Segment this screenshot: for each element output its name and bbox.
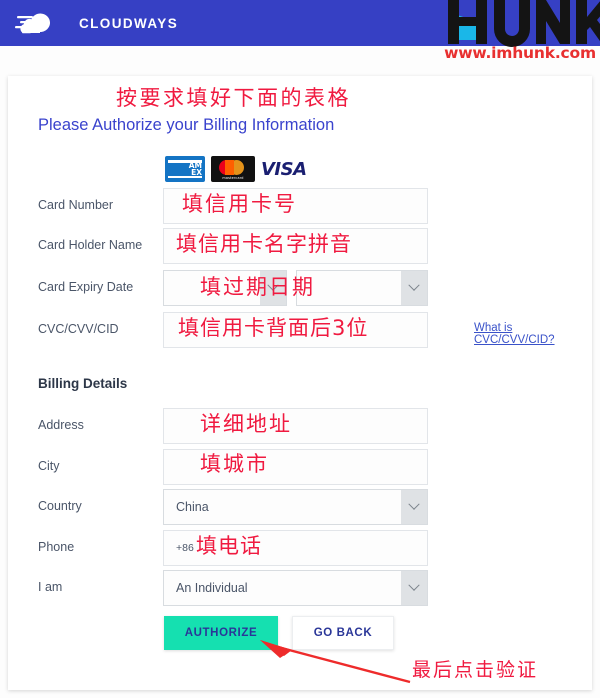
label-card-expiry: Card Expiry Date — [38, 280, 134, 294]
label-address: Address — [38, 418, 84, 432]
field-row-i-am: I am An Individual — [38, 570, 546, 606]
cloudways-logo[interactable]: CLOUDWAYS — [14, 8, 178, 38]
chevron-down-icon[interactable] — [401, 490, 427, 524]
chevron-down-icon[interactable] — [401, 271, 427, 305]
address-input[interactable] — [163, 408, 428, 444]
card-brand-logos: AM EX mastercard VISA — [165, 156, 307, 182]
hunk-url-text: www.imhunk.com — [444, 44, 596, 62]
account-type-select[interactable]: An Individual — [163, 570, 428, 606]
label-card-number: Card Number — [38, 198, 114, 212]
field-row-cvc: CVC/CVV/CID What is CVC/CVV/CID? — [38, 312, 555, 348]
chevron-down-icon[interactable] — [401, 571, 427, 605]
label-cvc: CVC/CVV/CID — [38, 322, 119, 336]
amex-logo: AM EX — [165, 156, 205, 182]
field-row-country: Country China — [38, 489, 546, 525]
phone-input[interactable]: +86 — [163, 530, 428, 566]
field-row-card-expiry: Card Expiry Date — [38, 270, 546, 306]
card-number-input[interactable] — [163, 188, 428, 224]
label-card-holder: Card Holder Name — [38, 238, 143, 252]
mastercard-logo: mastercard — [211, 156, 255, 182]
chevron-down-icon[interactable] — [260, 271, 286, 305]
billing-details-heading: Billing Details — [38, 376, 128, 391]
cvc-input[interactable] — [163, 312, 428, 348]
city-input[interactable] — [163, 449, 428, 485]
label-city: City — [38, 459, 60, 473]
cvc-help-link[interactable]: What is CVC/CVV/CID? — [474, 322, 555, 346]
cloud-speed-icon — [14, 8, 70, 38]
card-holder-input[interactable] — [163, 228, 428, 264]
visa-logo: VISA — [261, 158, 307, 180]
field-row-address: Address — [38, 408, 546, 444]
field-row-card-holder: Card Holder Name — [38, 228, 546, 264]
page-root: CLOUDWAYS www.imhunk.com 按要求填好下面的表格 Plea… — [0, 0, 600, 698]
account-type-value: An Individual — [176, 581, 248, 595]
label-country: Country — [38, 499, 82, 513]
page-title: Please Authorize your Billing Informatio… — [38, 116, 335, 134]
hunk-logo-icon — [440, 0, 600, 48]
field-row-phone: Phone +86 — [38, 530, 546, 566]
country-select[interactable]: China — [163, 489, 428, 525]
label-phone: Phone — [38, 540, 75, 554]
field-row-city: City — [38, 449, 546, 485]
country-select-value: China — [176, 500, 209, 514]
field-row-card-number: Card Number — [38, 188, 546, 224]
annotation-arrow-icon — [240, 636, 420, 684]
label-i-am: I am — [38, 580, 63, 594]
hunk-watermark: www.imhunk.com — [440, 0, 600, 70]
expiry-month-select[interactable] — [163, 270, 287, 306]
expiry-year-select[interactable] — [296, 270, 428, 306]
cloudways-wordmark: CLOUDWAYS — [79, 15, 179, 31]
